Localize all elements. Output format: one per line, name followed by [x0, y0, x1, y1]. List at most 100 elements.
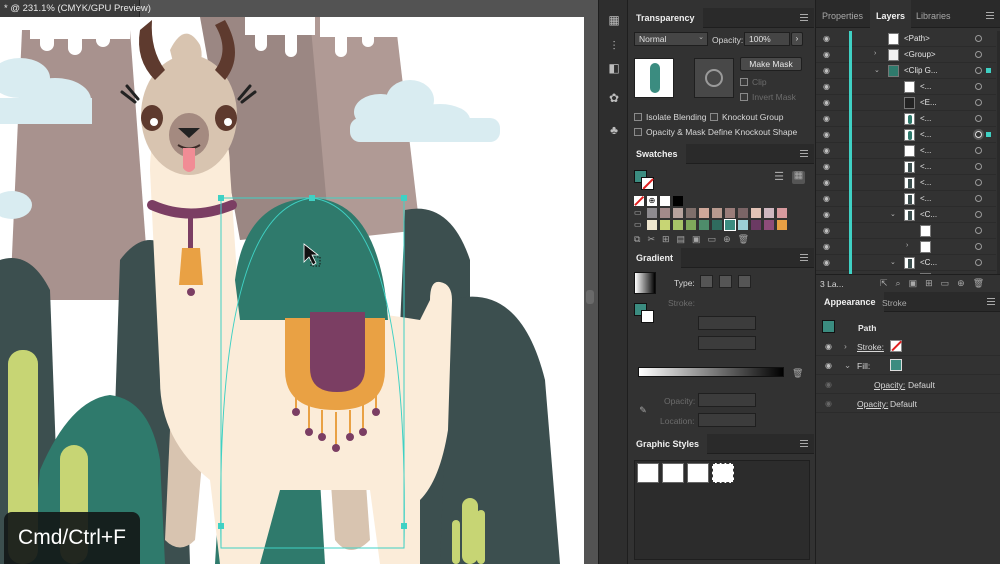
- swatch-color[interactable]: [699, 208, 709, 218]
- graphic-style-pattern[interactable]: [687, 463, 709, 483]
- layer-row[interactable]: ◉ <...: [816, 175, 996, 191]
- chevron-right-icon[interactable]: ›: [874, 50, 876, 57]
- graphic-style-dashed[interactable]: [712, 463, 734, 483]
- gradient-angle-input[interactable]: [698, 316, 756, 330]
- swatch-color[interactable]: [738, 220, 748, 230]
- gradient-slider[interactable]: [638, 367, 784, 377]
- target-icon[interactable]: [975, 243, 982, 250]
- swatch-color[interactable]: [712, 220, 722, 230]
- swatch-color[interactable]: [673, 208, 683, 218]
- layer-row[interactable]: ◉ ⌄ <C...: [816, 255, 996, 271]
- new-folder-icon[interactable]: ▭: [708, 234, 717, 246]
- swatch-group-folder-icon[interactable]: ▭: [634, 220, 644, 230]
- layer-row[interactable]: ◉ ⌄ <C...: [816, 207, 996, 223]
- grid-view-icon[interactable]: ▦: [792, 171, 805, 184]
- swatch-color[interactable]: [686, 220, 696, 230]
- tab-properties[interactable]: Properties: [816, 0, 869, 28]
- appearance-fill-opacity-row[interactable]: ◉ Opacity: Default: [816, 375, 1000, 394]
- clip-checkbox[interactable]: [740, 78, 748, 86]
- gradient-opacity-input[interactable]: [698, 393, 756, 407]
- layer-row[interactable]: ◉ <...: [816, 159, 996, 175]
- panel-menu-icon[interactable]: [800, 254, 808, 261]
- mask-thumbnail[interactable]: [694, 58, 734, 98]
- layer-row[interactable]: ◉ ›: [816, 239, 996, 255]
- stroke-swatch[interactable]: [641, 177, 654, 190]
- swatch-color[interactable]: [660, 208, 670, 218]
- chevron-down-icon[interactable]: ⌄: [890, 210, 896, 218]
- brushes-icon[interactable]: ♣: [606, 122, 622, 138]
- target-icon[interactable]: [975, 99, 982, 106]
- layer-name[interactable]: <Group>: [904, 50, 936, 59]
- panel-menu-icon[interactable]: [800, 14, 808, 21]
- new-sublayer-icon[interactable]: ⊞: [925, 278, 933, 289]
- radial-gradient-icon[interactable]: [719, 275, 732, 288]
- layer-row[interactable]: ◉ ⌄ <Clip G...: [816, 63, 996, 79]
- layer-name[interactable]: <...: [920, 146, 931, 155]
- swatch-color[interactable]: [660, 196, 670, 206]
- appearance-stroke-row[interactable]: ◉ › Stroke:: [816, 337, 1000, 356]
- chevron-right-icon[interactable]: ›: [844, 341, 847, 351]
- target-icon[interactable]: [975, 67, 982, 74]
- layer-row[interactable]: ◉ <Path>: [816, 31, 996, 47]
- target-icon[interactable]: [975, 147, 982, 154]
- swatch-color[interactable]: [699, 220, 709, 230]
- new-layer-icon[interactable]: ⊕: [957, 278, 965, 289]
- swatch-color[interactable]: [751, 220, 761, 230]
- swatch-color[interactable]: [738, 208, 748, 218]
- tab-graphic-styles[interactable]: Graphic Styles: [628, 434, 708, 454]
- layer-name[interactable]: <C...: [920, 210, 937, 219]
- layer-name[interactable]: <...: [920, 130, 931, 139]
- tab-libraries[interactable]: Libraries: [910, 0, 957, 28]
- eye-icon[interactable]: ◉: [823, 178, 830, 187]
- swatch-color[interactable]: [751, 208, 761, 218]
- isolate-blending-checkbox[interactable]: [634, 113, 642, 121]
- gradient-aspect-input[interactable]: [698, 336, 756, 350]
- target-icon[interactable]: [975, 115, 982, 122]
- eye-icon[interactable]: ◉: [823, 210, 830, 219]
- layer-name[interactable]: <...: [920, 194, 931, 203]
- opacity-arrow-button[interactable]: ›: [791, 32, 803, 46]
- swatch-registration[interactable]: ⊕: [647, 196, 657, 206]
- swatch-color[interactable]: [673, 196, 683, 206]
- panel-menu-icon[interactable]: [800, 150, 808, 157]
- libraries-icon[interactable]: ▦: [606, 12, 622, 28]
- llama-illustration[interactable]: [0, 17, 584, 564]
- layer-row[interactable]: ◉ › <Group>: [816, 47, 996, 63]
- eye-icon[interactable]: ◉: [823, 130, 830, 139]
- target-icon[interactable]: [975, 35, 982, 42]
- layer-name[interactable]: <...: [920, 114, 931, 123]
- show-kinds-icon[interactable]: ⊞: [662, 234, 670, 246]
- knockout-group-checkbox[interactable]: [710, 113, 718, 121]
- swatch-color[interactable]: [686, 208, 696, 218]
- tab-swatches[interactable]: Swatches: [628, 144, 686, 164]
- eye-icon[interactable]: ◉: [823, 114, 830, 123]
- canvas-scrollbar[interactable]: [586, 290, 594, 304]
- layer-name[interactable]: <Clip G...: [904, 66, 938, 75]
- swatch-options-icon[interactable]: ▤: [677, 234, 686, 246]
- gradient-location-input[interactable]: [698, 413, 756, 427]
- target-icon[interactable]: [975, 211, 982, 218]
- eye-icon[interactable]: ◉: [823, 82, 830, 91]
- stroke-label[interactable]: Stroke:: [857, 342, 884, 352]
- tab-stroke[interactable]: Stroke: [882, 298, 907, 308]
- panel-menu-icon[interactable]: [986, 12, 994, 19]
- symbols-icon[interactable]: ✿: [606, 90, 622, 106]
- swatch-color[interactable]: [647, 208, 657, 218]
- fill-color-swatch[interactable]: [890, 359, 902, 371]
- eye-icon[interactable]: ◉: [823, 162, 830, 171]
- eye-icon[interactable]: ◉: [825, 380, 832, 389]
- eye-icon[interactable]: ◉: [823, 258, 830, 267]
- place-swatch-icon[interactable]: ✂: [647, 234, 655, 246]
- layer-row[interactable]: ◉ <...: [816, 191, 996, 207]
- swatch-group-folder-icon[interactable]: ▭: [634, 208, 644, 218]
- target-icon[interactable]: [975, 131, 982, 138]
- target-icon[interactable]: [975, 259, 982, 266]
- eye-icon[interactable]: ◉: [823, 50, 830, 59]
- appearance-fill-row[interactable]: ◉ ⌄ Fill:: [816, 356, 1000, 375]
- opacity-label[interactable]: Opacity:: [857, 399, 888, 409]
- layer-name[interactable]: <C...: [920, 258, 937, 267]
- layer-name[interactable]: <Path>: [904, 34, 930, 43]
- align-icon[interactable]: ⫶: [606, 38, 622, 54]
- swatch-color[interactable]: [712, 208, 722, 218]
- document-canvas[interactable]: * @ 231.1% (CMYK/GPU Preview) Cmd/Ctrl+F: [0, 0, 598, 564]
